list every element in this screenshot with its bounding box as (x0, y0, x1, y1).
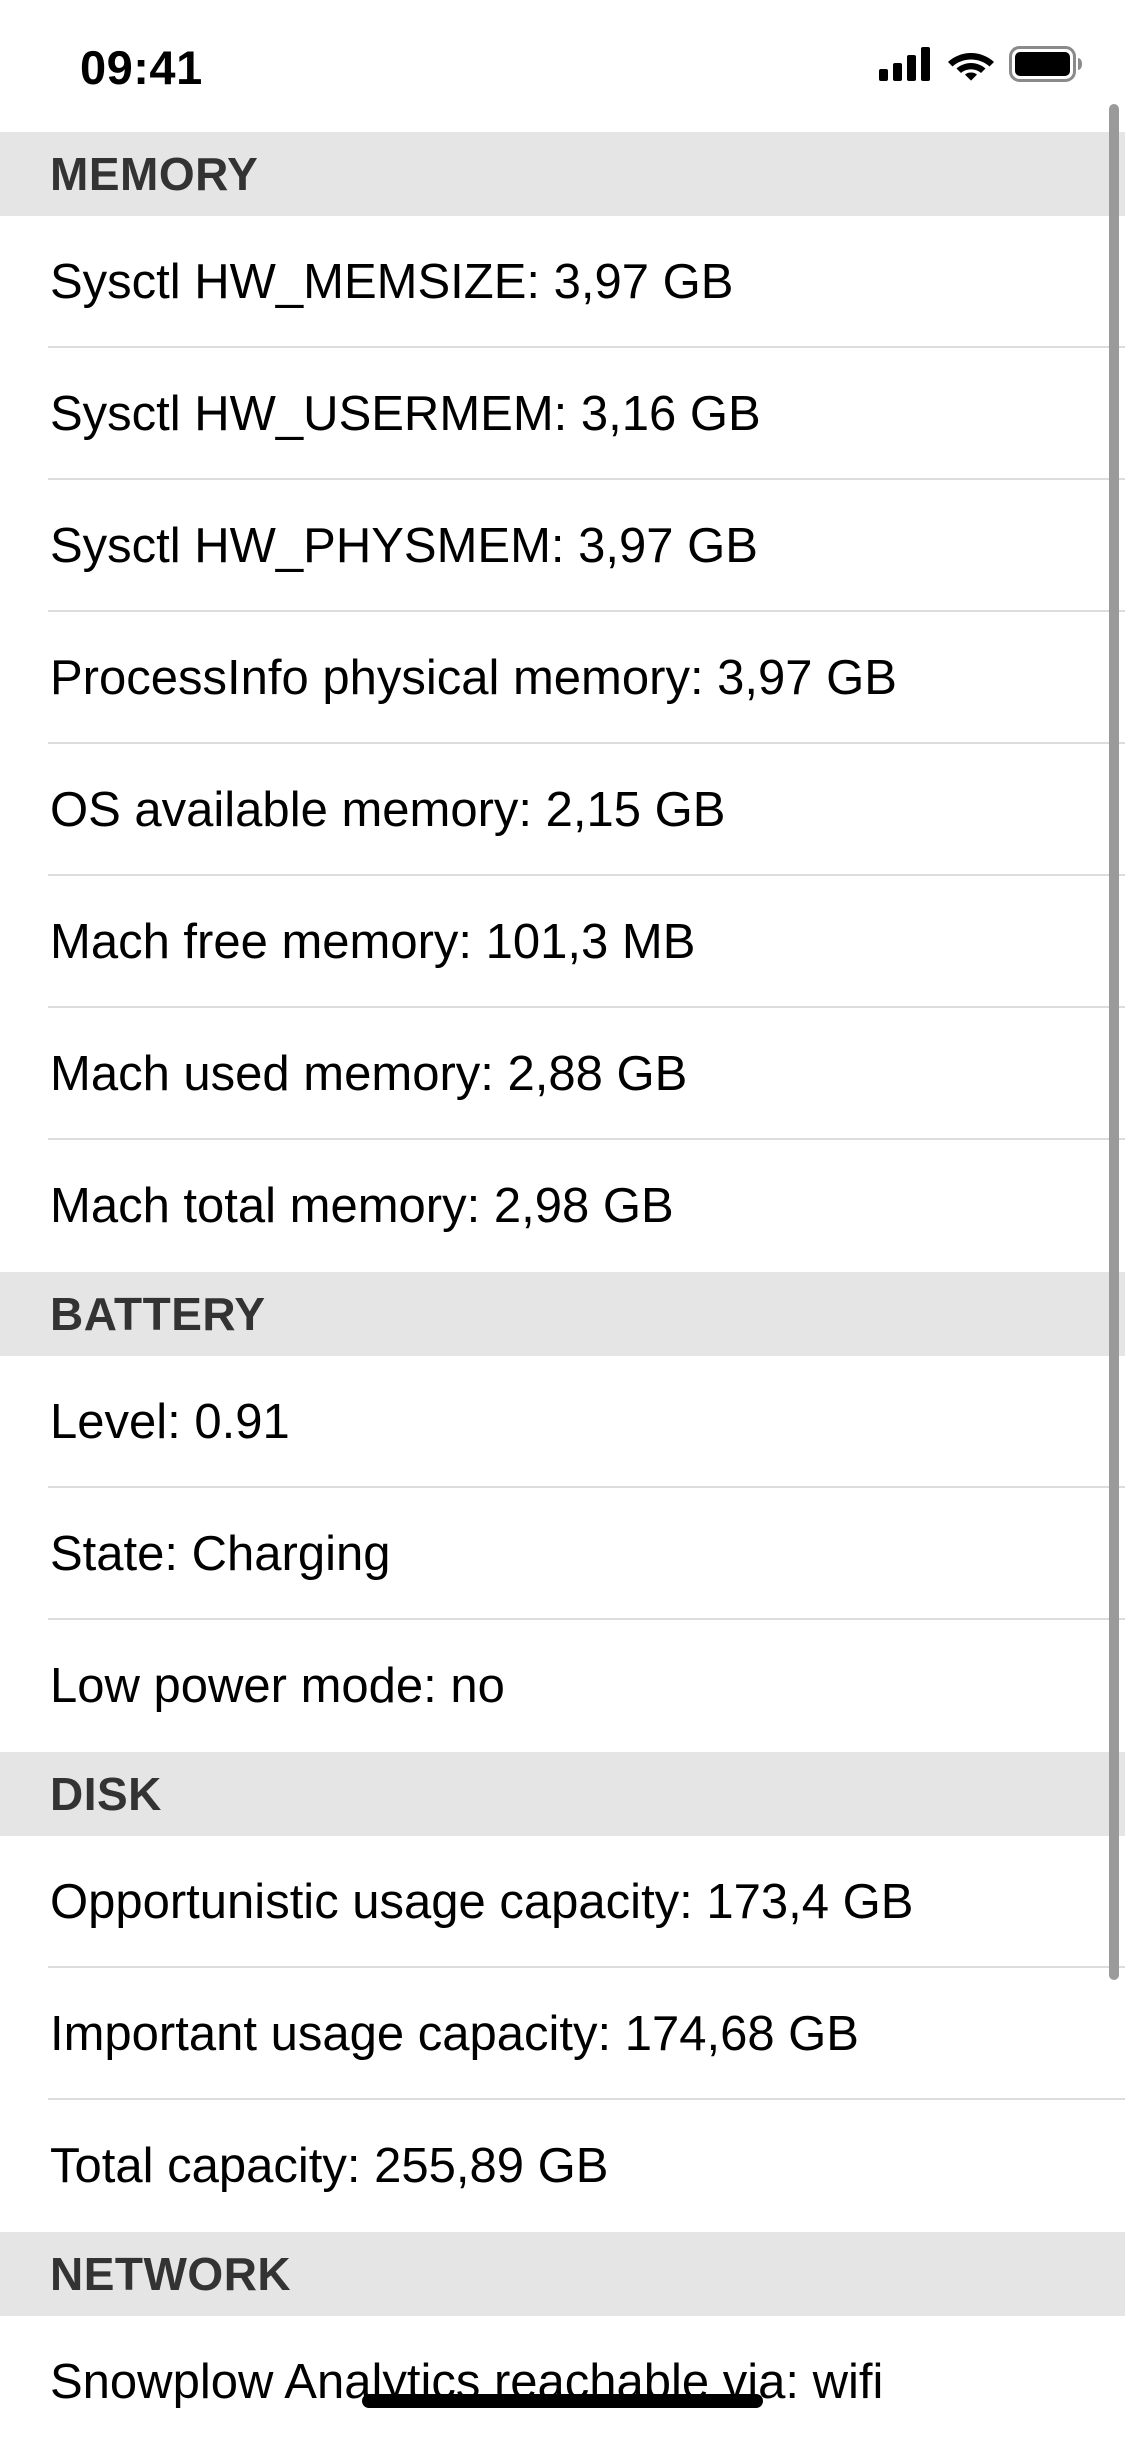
list-item: Total capacity: 255,89 GB (0, 2100, 1125, 2232)
status-bar: 09:41 (0, 0, 1125, 132)
status-icons (879, 46, 1083, 82)
list-item-label: OS available memory: 2,15 GB (50, 783, 726, 837)
scroll-indicator[interactable] (1109, 104, 1119, 1980)
list-item: Snowplow Analytics reachable via: wifi (0, 2316, 1125, 2448)
list-item-label: Sysctl HW_USERMEM: 3,16 GB (50, 387, 761, 441)
status-time: 09:41 (80, 41, 203, 94)
list-item: ProcessInfo physical memory: 3,97 GB (0, 612, 1125, 744)
list-item-label: Mach total memory: 2,98 GB (50, 1179, 674, 1233)
section-title: DISK (50, 1768, 162, 1820)
battery-icon (1009, 46, 1082, 82)
wifi-icon (948, 53, 994, 81)
list-item-label: ProcessInfo physical memory: 3,97 GB (50, 651, 897, 705)
list-item: Mach free memory: 101,3 MB (0, 876, 1125, 1008)
section-title: MEMORY (50, 148, 259, 200)
list-item: Sysctl HW_USERMEM: 3,16 GB (0, 348, 1125, 480)
section-header-disk: DISK (0, 1752, 1125, 1836)
list-item: Important usage capacity: 174,68 GB (0, 1968, 1125, 2100)
list-item-label: Sysctl HW_PHYSMEM: 3,97 GB (50, 519, 758, 573)
list-item-label: Mach free memory: 101,3 MB (50, 915, 696, 969)
list-item-label: Total capacity: 255,89 GB (50, 2139, 609, 2193)
section-title: NETWORK (50, 2248, 292, 2300)
info-list[interactable]: MEMORY Sysctl HW_MEMSIZE: 3,97 GB Sysctl… (0, 132, 1125, 2448)
section-title: BATTERY (50, 1288, 266, 1340)
list-item: Sysctl HW_MEMSIZE: 3,97 GB (0, 216, 1125, 348)
list-item: Mach used memory: 2,88 GB (0, 1008, 1125, 1140)
list-item-label: Sysctl HW_MEMSIZE: 3,97 GB (50, 255, 734, 309)
home-indicator[interactable] (362, 2394, 763, 2408)
list-item: Opportunistic usage capacity: 173,4 GB (0, 1836, 1125, 1968)
list-item: OS available memory: 2,15 GB (0, 744, 1125, 876)
list-item: Sysctl HW_PHYSMEM: 3,97 GB (0, 480, 1125, 612)
list-item-label: Opportunistic usage capacity: 173,4 GB (50, 1875, 914, 1929)
section-header-network: NETWORK (0, 2232, 1125, 2316)
list-item-label: State: Charging (50, 1527, 391, 1581)
list-item: Mach total memory: 2,98 GB (0, 1140, 1125, 1272)
list-item-label: Important usage capacity: 174,68 GB (50, 2007, 859, 2061)
list-item: Level: 0.91 (0, 1356, 1125, 1488)
list-item: State: Charging (0, 1488, 1125, 1620)
list-item: Low power mode: no (0, 1620, 1125, 1752)
list-item-label: Mach used memory: 2,88 GB (50, 1047, 688, 1101)
cellular-signal-icon (879, 47, 930, 81)
list-item-label: Low power mode: no (50, 1659, 505, 1713)
list-item-label: Level: 0.91 (50, 1395, 290, 1449)
section-header-memory: MEMORY (0, 132, 1125, 216)
section-header-battery: BATTERY (0, 1272, 1125, 1356)
